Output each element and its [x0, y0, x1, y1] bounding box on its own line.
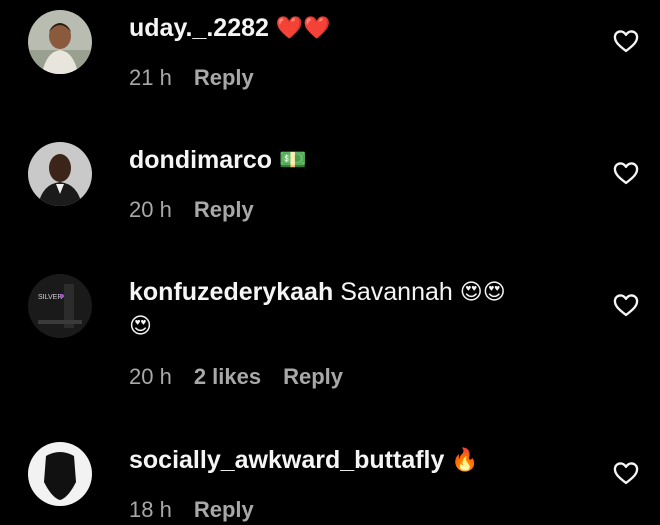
avatar-caption: SILVER — [38, 294, 62, 301]
comment-line: socially_awkward_buttafly 🔥 — [129, 443, 579, 477]
heart-outline-icon[interactable] — [612, 459, 640, 487]
reply-button[interactable]: Reply — [194, 497, 254, 522]
comment-text: Savannah — [340, 278, 453, 306]
comment-item: SILVER konfuzederykaah Savannah 😍😍 😍 20 … — [0, 262, 660, 432]
comment-emoji: 🔥 — [451, 447, 479, 472]
avatar[interactable] — [28, 142, 92, 206]
avatar-image — [28, 442, 92, 506]
comment-item: uday._.2282 ❤️❤️ 21 h Reply — [0, 0, 660, 130]
comment-item: socially_awkward_buttafly 🔥 18 h Reply — [0, 432, 660, 524]
avatar-image: SILVER — [28, 274, 92, 338]
avatar[interactable]: SILVER — [28, 274, 92, 338]
heart-outline-icon[interactable] — [612, 159, 640, 187]
reply-button[interactable]: Reply — [194, 197, 254, 222]
reply-button[interactable]: Reply — [283, 364, 343, 389]
comment-username[interactable]: dondimarco — [129, 146, 272, 174]
comment-username[interactable]: uday._.2282 — [129, 14, 269, 42]
comment-meta: 21 h Reply — [129, 63, 276, 93]
comment-emoji: 💵 — [279, 147, 307, 172]
comment-time: 18 h — [129, 497, 172, 522]
comment-time: 20 h — [129, 197, 172, 222]
comment-line: uday._.2282 ❤️❤️ — [129, 11, 579, 45]
comment-line: dondimarco 💵 — [129, 143, 579, 177]
comment-meta: 20 h 2 likes Reply — [129, 362, 365, 392]
likes-count-link[interactable]: 2 likes — [194, 364, 261, 389]
comment-emoji: 😍 — [129, 313, 152, 338]
reply-button[interactable]: Reply — [194, 65, 254, 90]
comment-username[interactable]: socially_awkward_buttafly — [129, 446, 444, 474]
comment-item: dondimarco 💵 20 h Reply — [0, 130, 660, 262]
comment-meta: 20 h Reply — [129, 195, 276, 225]
avatar-image — [28, 10, 92, 74]
comment-username[interactable]: konfuzederykaah — [129, 278, 333, 306]
heart-outline-icon[interactable] — [612, 291, 640, 319]
avatar-image — [28, 142, 92, 206]
comment-line: konfuzederykaah Savannah 😍😍 — [129, 275, 579, 309]
comment-time: 20 h — [129, 364, 172, 389]
comment-emoji: 😍😍 — [459, 279, 506, 304]
comment-line: 😍 — [129, 309, 579, 343]
comment-emoji: ❤️❤️ — [275, 15, 331, 40]
comment-time: 21 h — [129, 65, 172, 90]
avatar[interactable] — [28, 442, 92, 506]
heart-outline-icon[interactable] — [612, 27, 640, 55]
comment-meta: 18 h Reply — [129, 495, 276, 525]
avatar[interactable] — [28, 10, 92, 74]
